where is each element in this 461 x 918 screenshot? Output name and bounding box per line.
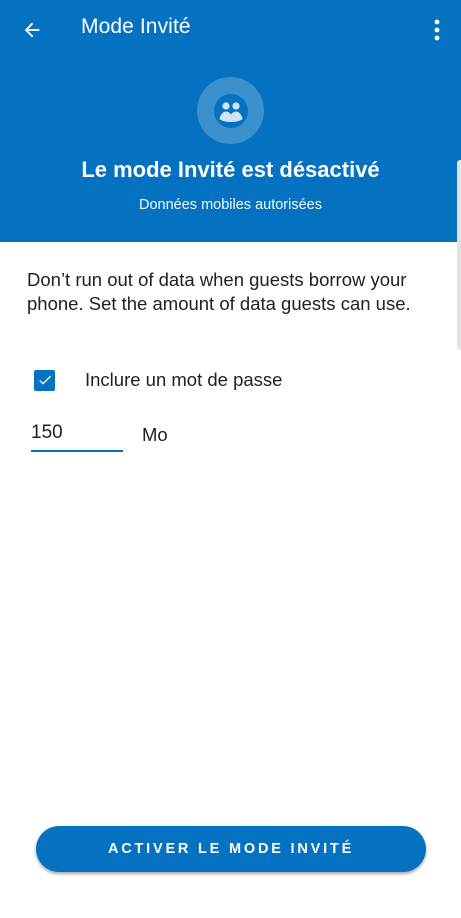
activate-guest-mode-button[interactable]: ACTIVER LE MODE INVITÉ: [36, 826, 426, 872]
guest-mode-icon: [213, 93, 248, 128]
check-icon: [38, 375, 51, 385]
password-checkbox[interactable]: [34, 369, 55, 391]
guest-mode-status-subtitle: Données mobiles autorisées: [139, 197, 322, 213]
password-checkbox-label: Inclure un mot de passe: [85, 369, 283, 390]
description-text: Don’t run out of data when guests borrow…: [27, 269, 411, 314]
page-title: Mode Invité: [81, 15, 191, 38]
guest-mode-status-title: Le mode Invité est désactivé: [81, 157, 380, 182]
data-limit-unit: Mo: [142, 424, 168, 445]
app-header: Mode Invité Le mode Invité est désactivé…: [0, 0, 461, 242]
guest-mode-icon-container: [197, 77, 264, 144]
edge-panel-handle[interactable]: [457, 160, 461, 350]
arrow-left-icon: [24, 22, 40, 38]
more-options-button[interactable]: [425, 12, 449, 48]
guest-mode-screen: Mode Invité Le mode Invité est désactivé…: [0, 0, 461, 918]
password-checkbox-row[interactable]: Inclure un mot de passe: [34, 366, 282, 394]
back-button[interactable]: [14, 12, 50, 48]
data-limit-input[interactable]: [31, 420, 123, 452]
more-vert-icon: [434, 19, 440, 41]
